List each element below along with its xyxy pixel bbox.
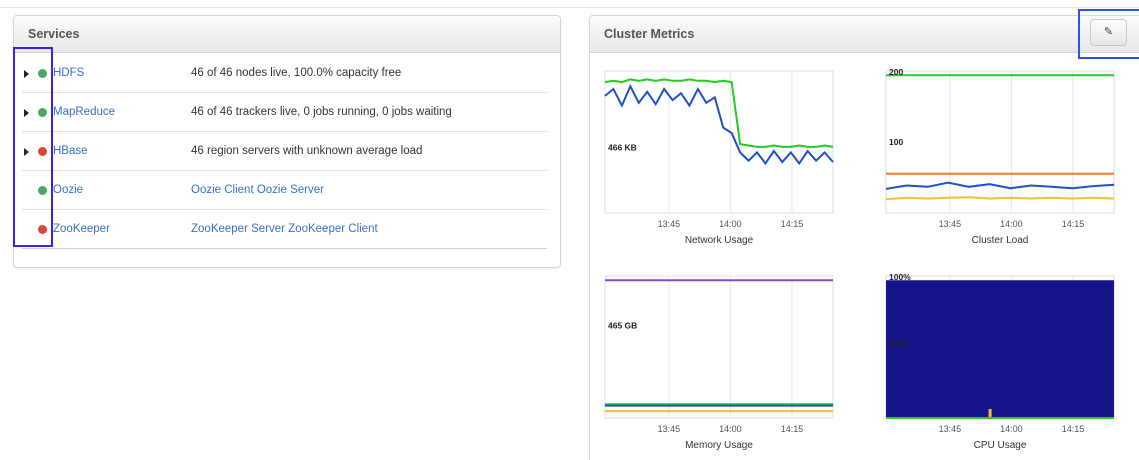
services-panel: Services HDFS 46 of 46 nodes live, 100.0%… [13, 15, 561, 268]
plot-area [604, 275, 834, 419]
chart-svg: 100% 50% 13:45 14:00 14:15 CPU Usage [885, 272, 1115, 451]
x-tick-label: 13:45 [658, 424, 681, 434]
service-link[interactable]: HBase [53, 145, 88, 157]
service-status: 46 of 46 trackers live, 0 jobs running, … [191, 106, 452, 118]
service-link[interactable]: MapReduce [53, 106, 115, 118]
service-link[interactable]: HDFS [53, 67, 84, 79]
service-row-zookeeper: ZooKeeper ZooKeeper Server ZooKeeper Clie… [22, 211, 547, 249]
chart-svg: 466 KB 13:45 14:00 14:15 Network Usage [604, 70, 834, 246]
services-header: Services [14, 16, 560, 53]
chart-title: Memory Usage [685, 440, 753, 451]
chart-title: CPU Usage [974, 440, 1027, 451]
role-link[interactable]: ZooKeeper Client [288, 223, 378, 235]
service-row-hbase: HBase 46 region servers with unknown aver… [22, 133, 547, 171]
y-axis-label: 466 KB [608, 143, 637, 153]
service-status: 46 region servers with unknown average l… [191, 145, 423, 157]
x-tick-label: 14:15 [781, 424, 804, 434]
service-link[interactable]: Oozie [53, 184, 83, 196]
x-tick-label: 14:00 [719, 424, 742, 434]
x-tick-label: 14:15 [1062, 219, 1085, 229]
x-tick-label: 13:45 [658, 219, 681, 229]
top-divider [0, 0, 1139, 8]
series-line [885, 196, 1115, 201]
x-tick-label: 14:00 [1000, 219, 1023, 229]
y-axis-label: 465 GB [608, 321, 637, 331]
x-tick-label: 14:00 [1000, 424, 1023, 434]
service-row-oozie: Oozie Oozie Client Oozie Server [22, 172, 547, 210]
x-tick-label: 13:45 [939, 219, 962, 229]
x-tick-label: 13:45 [939, 424, 962, 434]
y-axis-label: 100 [889, 137, 903, 147]
highlight-status-column [13, 47, 53, 247]
chart-title: Cluster Load [972, 235, 1029, 246]
x-tick-label: 14:15 [781, 219, 804, 229]
role-link[interactable]: ZooKeeper Server [191, 223, 285, 235]
chart-svg: 465 GB 13:45 14:00 14:15 Memory Usage [604, 275, 834, 451]
y-axis-label: 100% [889, 272, 911, 282]
chart-title: Network Usage [685, 235, 754, 246]
x-tick-label: 14:15 [1062, 424, 1085, 434]
service-row-hdfs: HDFS 46 of 46 nodes live, 100.0% capacity… [22, 55, 547, 93]
cluster-metrics-header: Cluster Metrics [590, 16, 1139, 53]
memory-usage-chart: 465 GB 13:45 14:00 14:15 Memory Usage [599, 270, 839, 460]
role-link[interactable]: Oozie Server [257, 184, 324, 196]
cpu-spike [988, 409, 992, 418]
service-status: ZooKeeper Server ZooKeeper Client [191, 223, 378, 235]
service-row-mapreduce: MapReduce 46 of 46 trackers live, 0 jobs … [22, 94, 547, 132]
service-status: 46 of 46 nodes live, 100.0% capacity fre… [191, 67, 402, 79]
chart-svg: 200 100 13:45 14:00 14:15 Cluster Load [885, 67, 1115, 246]
y-axis-label: 50% [889, 339, 906, 349]
service-status: Oozie Client Oozie Server [191, 184, 324, 196]
highlight-edit-button [1078, 9, 1139, 59]
role-link[interactable]: Oozie Client [191, 184, 254, 196]
y-axis-label: 200 [889, 67, 903, 77]
series-area [886, 280, 1114, 418]
plot-area [604, 70, 834, 214]
x-tick-label: 14:00 [719, 219, 742, 229]
network-usage-chart: 466 KB 13:45 14:00 14:15 Network Usage [599, 65, 839, 255]
service-link[interactable]: ZooKeeper [53, 223, 110, 235]
plot-area [885, 70, 1115, 214]
cluster-load-chart: 200 100 13:45 14:00 14:15 Cluster Load [880, 65, 1120, 255]
cpu-usage-chart: 100% 50% 13:45 14:00 14:15 CPU Usage [880, 270, 1120, 460]
